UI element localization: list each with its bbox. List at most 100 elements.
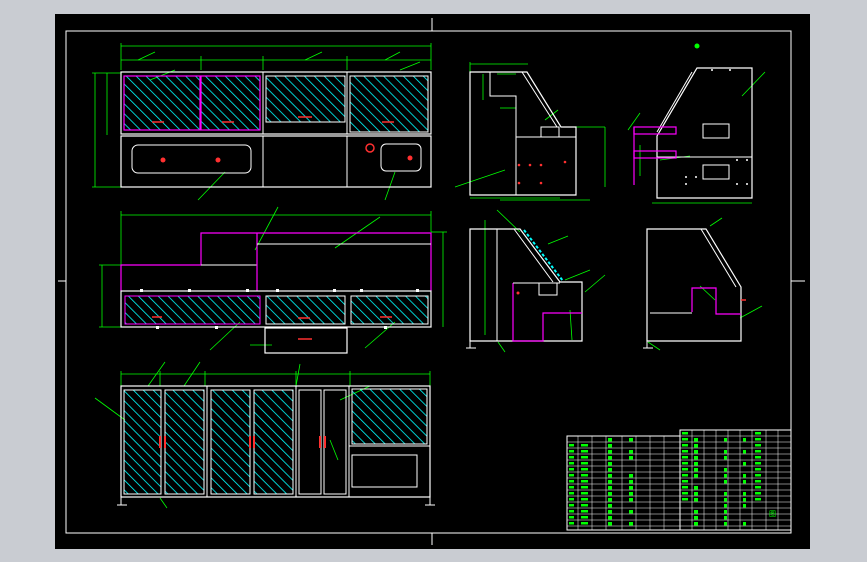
table-cell-text: [581, 444, 588, 447]
table-cell-text: [694, 492, 698, 496]
table-cell-text: [581, 462, 588, 465]
table-cell-text: [724, 450, 727, 454]
table-cell-text: [608, 492, 612, 496]
table-cell-text: [629, 456, 633, 460]
table-cell-text: [694, 516, 698, 520]
table-cell-text: [694, 474, 698, 478]
table-cell-text: [581, 480, 588, 483]
table-cell-text: [569, 462, 574, 465]
glass-door: [211, 390, 250, 494]
table-cell-text: [755, 438, 761, 441]
table-cell-text: [755, 474, 761, 477]
table-cell-text: [743, 462, 746, 466]
table-cell-text: [608, 510, 612, 514]
glass-door: [254, 390, 293, 494]
glass-door: [125, 296, 260, 324]
table-cell-text: [608, 522, 612, 526]
table-cell-text: [755, 492, 761, 495]
glass-panel: [352, 389, 427, 444]
table-cell-text: [581, 486, 588, 489]
table-cell-text: [724, 438, 727, 442]
table-cell-text: [569, 504, 574, 507]
table-cell-text: [682, 444, 688, 447]
table-cell-text: [581, 498, 588, 501]
table-cell-text: [743, 450, 746, 454]
table-cell-text: [743, 492, 746, 496]
table-cell-text: [682, 432, 688, 435]
table-cell-text: [608, 462, 612, 466]
table-cell-text: [629, 486, 633, 490]
table-cell-text: [608, 450, 612, 454]
table-cell-text: [629, 450, 633, 454]
table-cell-text: [694, 444, 698, 448]
table-cell-text: [608, 438, 612, 442]
table-cell-text: [724, 468, 727, 472]
table-cell-text: [724, 456, 727, 460]
table-cell-text: [694, 510, 698, 514]
glass-door: [266, 296, 345, 324]
table-cell-text: [724, 522, 727, 526]
table-cell-text: [682, 480, 688, 483]
table-cell-text: [694, 498, 698, 502]
fastener-mark: [517, 292, 520, 295]
table-cell-text: [581, 516, 588, 519]
table-cell-text: [569, 444, 574, 447]
table-cell-text: [569, 492, 574, 495]
table-cell-text: [743, 504, 746, 508]
table-cell-text: [608, 498, 612, 502]
table-cell-text: [608, 516, 612, 520]
table-cell-text: [581, 492, 588, 495]
table-cell-text: [755, 468, 761, 471]
glass-door: [266, 76, 345, 122]
table-cell-text: [682, 474, 688, 477]
table-cell-text: [743, 522, 746, 526]
table-cell-text: [694, 462, 698, 466]
table-cell-text: [724, 498, 727, 502]
reference-dot: [695, 44, 700, 49]
table-cell-text: [581, 504, 588, 507]
table-cell-text: [743, 480, 746, 484]
table-cell-text: [608, 486, 612, 490]
table-cell-text: [581, 456, 588, 459]
table-cell-text: [581, 474, 588, 477]
table-cell-text: [755, 456, 761, 459]
table-cell-text: [755, 462, 761, 465]
table-cell-text: [608, 480, 612, 484]
table-cell-text: [608, 504, 612, 508]
table-cell-text: [569, 498, 574, 501]
table-cell-text: [608, 444, 612, 448]
table-cell-text: [724, 474, 727, 478]
glass-door: [351, 296, 428, 324]
table-cell-text: [569, 510, 574, 513]
table-cell-text: [682, 468, 688, 471]
table-cell-text: [629, 522, 633, 526]
table-cell-text: [569, 450, 574, 453]
table-cell-text: [694, 438, 698, 442]
table-cell-text: [629, 438, 633, 442]
table-cell-text: [629, 480, 633, 484]
table-cell-text: [581, 510, 588, 513]
table-cell-text: [724, 510, 727, 514]
cad-drawing-canvas[interactable]: 图: [0, 0, 867, 562]
table-cell-text: [682, 438, 688, 441]
table-cell-text: [581, 522, 588, 525]
table-cell-text: [755, 498, 761, 501]
table-cell-text: [724, 492, 727, 496]
table-cell-text: [724, 504, 727, 508]
table-cell-text: [743, 474, 746, 478]
table-cell-text: [581, 450, 588, 453]
table-cell-text: [682, 486, 688, 489]
table-cell-text: [682, 456, 688, 459]
table-cell-text: [694, 450, 698, 454]
glass-door: [165, 390, 204, 494]
table-cell-text: [694, 522, 698, 526]
table-cell-text: [629, 498, 633, 502]
table-cell-text: [724, 480, 727, 484]
table-cell-text: [743, 438, 746, 442]
faucet-mark: [216, 158, 221, 163]
glass-door: [350, 76, 428, 132]
table-cell-text: [569, 456, 574, 459]
table-cell-text: [694, 468, 698, 472]
table-cell-text: [629, 492, 633, 496]
table-cell-text: [569, 468, 574, 471]
